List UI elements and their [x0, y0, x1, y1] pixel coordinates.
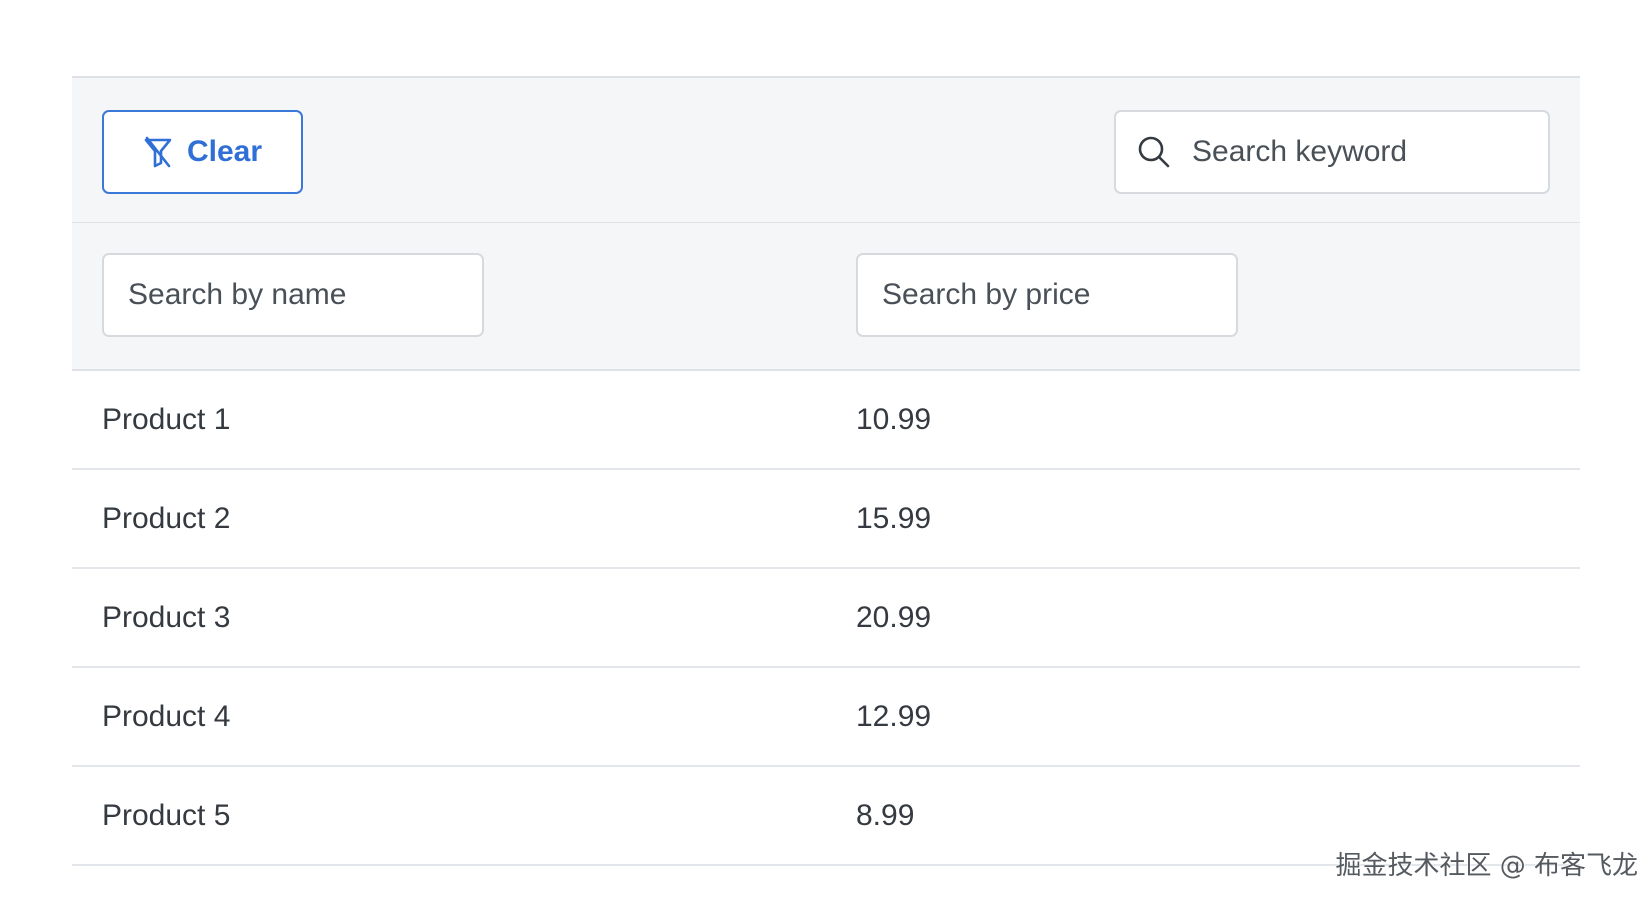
clear-button-label: Clear	[186, 135, 263, 168]
product-name-cell: Product 3	[102, 601, 231, 634]
search-icon	[1136, 134, 1172, 170]
table-row[interactable]: Product 3 20.99	[72, 569, 1580, 668]
price-filter-box	[856, 253, 1238, 337]
table-row[interactable]: Product 1 10.99	[72, 371, 1580, 470]
data-table: Clear Product 1 10.99 Product 2 15.99 Pr…	[72, 76, 1580, 866]
keyword-search-input[interactable]	[1190, 121, 1534, 183]
price-filter-input[interactable]	[880, 264, 1224, 326]
product-price-cell: 20.99	[856, 601, 932, 634]
product-price-cell: 12.99	[856, 700, 932, 733]
column-filter-row	[72, 223, 1580, 371]
filter-slash-icon	[143, 136, 173, 168]
product-name-cell: Product 5	[102, 799, 231, 832]
product-name-cell: Product 4	[102, 700, 231, 733]
clear-filter-button[interactable]: Clear	[102, 110, 303, 194]
product-price-cell: 8.99	[856, 799, 915, 832]
table-row[interactable]: Product 2 15.99	[72, 470, 1580, 569]
product-name-cell: Product 1	[102, 403, 231, 436]
name-filter-input[interactable]	[126, 264, 470, 326]
table-caption: Clear	[72, 78, 1580, 223]
name-filter-box	[102, 253, 484, 337]
product-price-cell: 15.99	[856, 502, 932, 535]
table-row[interactable]: Product 4 12.99	[72, 668, 1580, 767]
watermark-text: 掘金技术社区 @ 布客飞龙	[1335, 851, 1638, 881]
product-price-cell: 10.99	[856, 403, 932, 436]
product-name-cell: Product 2	[102, 502, 231, 535]
keyword-search-box	[1114, 110, 1550, 194]
